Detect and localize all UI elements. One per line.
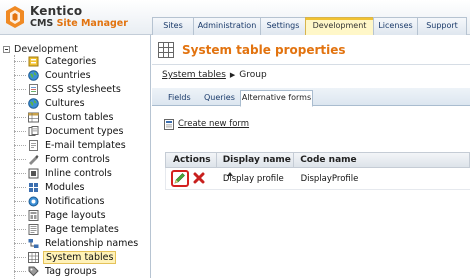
development-tree: Development Categories Countries CSS sty… [0, 35, 151, 279]
page-title-bar: System table properties [152, 35, 470, 65]
subtabs: Fields Queries Alternative forms [152, 88, 470, 107]
main-content: System table properties System tables ▶ Gr… [152, 35, 470, 278]
create-new-form-link[interactable]: Create new form [164, 118, 249, 130]
app-header: Kentico CMS Site Manager Sites Administr… [0, 0, 470, 36]
template-icon [28, 224, 39, 235]
tree-item-tag-groups[interactable]: Tag groups [14, 265, 99, 278]
tab-settings[interactable]: Settings [260, 17, 306, 35]
tab-administration[interactable]: Administration [193, 17, 261, 35]
layout-icon [28, 210, 39, 221]
globe-icon [28, 98, 39, 109]
tree-item-label: Page layouts [45, 210, 106, 221]
globe-icon [28, 70, 39, 81]
form-icon [29, 155, 39, 165]
logo-subtitle-prefix: CMS [30, 18, 57, 29]
tree-root-label: Development [14, 43, 78, 55]
tree-item-label: CSS stylesheets [45, 84, 121, 95]
tree-item-label: Modules [45, 182, 85, 193]
tree-item-custom-tables[interactable]: Custom tables [14, 111, 115, 124]
tree-item-label: Form controls [45, 154, 110, 165]
main-tabs: Sites Administration Settings Developmen… [152, 17, 467, 36]
tree-item-css-stylesheets[interactable]: CSS stylesheets [14, 83, 123, 96]
tree-item-cultures[interactable]: Cultures [14, 97, 87, 110]
tree-item-system-tables[interactable]: System tables [14, 251, 117, 264]
subtab-fields[interactable]: Fields [168, 91, 191, 106]
tree-item-modules[interactable]: Modules [14, 181, 87, 194]
column-header-code-name[interactable]: Code name [294, 153, 469, 167]
new-form-icon [164, 118, 174, 130]
cell-display-name: Display profile [222, 173, 284, 184]
row-actions [166, 168, 217, 190]
logo-subtitle-accent: Site Manager [56, 18, 128, 29]
tree-item-label: E-mail templates [45, 140, 126, 151]
column-header-actions: Actions [166, 153, 217, 167]
tree-item-label: Relationship names [45, 238, 139, 249]
inline-icon [28, 168, 39, 179]
tree-item-categories[interactable]: Categories [14, 55, 98, 68]
tree-item-relationship-names[interactable]: Relationship names [14, 237, 140, 250]
breadcrumb-current: Group [239, 70, 267, 80]
edit-button[interactable] [171, 169, 189, 187]
tree-item-label: System tables [43, 251, 117, 264]
column-header-display-name-label: Display name [222, 155, 291, 165]
tree-item-label: Document types [45, 126, 124, 137]
logo-name: Kentico [30, 4, 83, 18]
tree-item-notifications[interactable]: Notifications [14, 195, 106, 208]
tree-item-label: Page templates [45, 224, 119, 235]
subtab-queries[interactable]: Queries [204, 91, 235, 106]
kentico-logo-icon [6, 6, 24, 28]
notifications-icon [28, 196, 39, 207]
collapse-icon[interactable] [3, 45, 10, 53]
css-icon [29, 84, 38, 95]
tree-item-inline-controls[interactable]: Inline controls [14, 167, 114, 180]
tree-root-development[interactable]: Development [3, 43, 78, 55]
email-icon [29, 140, 38, 151]
tab-licenses[interactable]: Licenses [373, 17, 418, 35]
tree-item-email-templates[interactable]: E-mail templates [14, 139, 128, 152]
tree-item-form-controls[interactable]: Form controls [14, 153, 112, 166]
alternative-forms-grid: Actions Display name Code name Display p… [165, 152, 470, 190]
tab-sites[interactable]: Sites [152, 17, 194, 35]
delete-icon[interactable] [193, 172, 205, 184]
cell-code-name: DisplayProfile [300, 173, 359, 184]
table-row: Display profile DisplayProfile [165, 168, 470, 190]
system-table-icon [158, 42, 174, 58]
tree-item-document-types[interactable]: Document types [14, 125, 125, 138]
column-header-display-name[interactable]: Display name [217, 153, 295, 176]
tree-item-label: Countries [45, 70, 91, 81]
tag-icon [28, 266, 39, 277]
tree-item-page-layouts[interactable]: Page layouts [14, 209, 108, 222]
modules-icon [29, 183, 38, 192]
tree-item-label: Custom tables [45, 112, 114, 123]
tree-item-label: Categories [45, 56, 97, 67]
table-icon [28, 112, 39, 123]
breadcrumb: System tables ▶ Group [162, 70, 267, 80]
tree-item-label: Notifications [45, 196, 105, 207]
create-new-form-label: Create new form [178, 119, 250, 129]
page-title: System table properties [182, 43, 346, 57]
grid-header: Actions Display name Code name [165, 152, 470, 176]
relationship-icon [28, 239, 39, 248]
tree-item-label: Cultures [45, 98, 85, 109]
grid-icon [28, 252, 39, 263]
logo-subtitle: CMS Site Manager [30, 18, 128, 29]
breadcrumb-system-tables[interactable]: System tables [162, 70, 226, 80]
document-icon [28, 126, 39, 136]
tab-development[interactable]: Development [305, 17, 374, 36]
tree-item-countries[interactable]: Countries [14, 69, 93, 82]
tab-support[interactable]: Support [417, 17, 467, 35]
breadcrumb-separator-icon: ▶ [229, 71, 236, 79]
pencil-icon [174, 172, 185, 183]
tree-item-label: Inline controls [45, 168, 112, 179]
tree-item-label: Tag groups [45, 266, 97, 277]
tree-item-page-templates[interactable]: Page templates [14, 223, 121, 236]
subtab-alternative-forms[interactable]: Alternative forms [240, 90, 313, 107]
categories-icon [28, 56, 39, 67]
kentico-logo[interactable]: Kentico CMS Site Manager [4, 3, 154, 31]
